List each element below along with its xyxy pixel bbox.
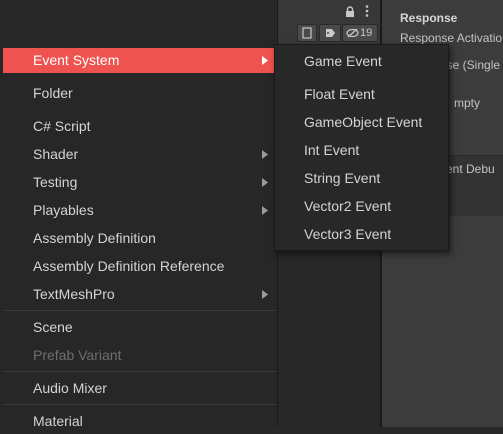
visibility-count: 19 [360, 27, 373, 39]
menu-separator [3, 310, 276, 311]
submenu-item-float-event[interactable]: Float Event [304, 86, 375, 102]
submenu-item-game-event[interactable]: Game Event [304, 53, 382, 69]
submenu-item-vector2-event[interactable]: Vector2 Event [304, 198, 391, 214]
create-context-menu: Event System Folder C# Script Shader Tes… [0, 0, 278, 429]
menu-item-playables[interactable]: Playables [3, 198, 276, 223]
inspector-title: Response [400, 11, 458, 25]
submenu-item-gameobject-event[interactable]: GameObject Event [304, 114, 422, 130]
submenu-arrow-icon [262, 290, 268, 299]
inspector-list-empty: mpty [454, 96, 481, 110]
more-options-icon[interactable] [364, 4, 370, 18]
menu-item-csharp-script[interactable]: C# Script [3, 114, 276, 139]
menu-item-textmeshpro[interactable]: TextMeshPro [3, 282, 276, 307]
menu-item-material[interactable]: Material [3, 409, 276, 434]
submenu-item-int-event[interactable]: Int Event [304, 142, 359, 158]
inspector-field-label: Response Activatio [400, 31, 503, 45]
submenu-arrow-icon [262, 150, 268, 159]
event-system-submenu: Game Event Float Event GameObject Event … [274, 44, 449, 251]
menu-item-shader[interactable]: Shader [3, 142, 276, 167]
eye-slash-icon [346, 28, 359, 38]
search-by-label-button[interactable] [319, 24, 341, 42]
menu-item-testing[interactable]: Testing [3, 170, 276, 195]
menu-item-folder[interactable]: Folder [3, 81, 276, 106]
menu-separator [3, 371, 276, 372]
search-by-type-button[interactable] [297, 24, 317, 42]
hidden-packages-toggle[interactable]: 19 [342, 24, 378, 42]
submenu-item-vector3-event[interactable]: Vector3 Event [304, 226, 391, 242]
menu-item-assembly-definition[interactable]: Assembly Definition [3, 226, 276, 251]
tag-icon [326, 29, 335, 37]
menu-item-event-system[interactable]: Event System [3, 48, 276, 73]
submenu-arrow-icon [262, 56, 268, 65]
menu-item-assembly-definition-reference[interactable]: Assembly Definition Reference [3, 254, 276, 279]
submenu-arrow-icon [262, 206, 268, 215]
menu-item-scene[interactable]: Scene [3, 315, 276, 340]
menu-item-audio-mixer[interactable]: Audio Mixer [3, 376, 276, 401]
submenu-item-string-event[interactable]: String Event [304, 170, 380, 186]
menu-separator [3, 404, 276, 405]
lock-icon[interactable] [344, 5, 356, 17]
inspector-dropdown-value[interactable]: ise (Single [444, 58, 500, 72]
menu-item-prefab-variant: Prefab Variant [33, 347, 122, 363]
submenu-arrow-icon [262, 178, 268, 187]
